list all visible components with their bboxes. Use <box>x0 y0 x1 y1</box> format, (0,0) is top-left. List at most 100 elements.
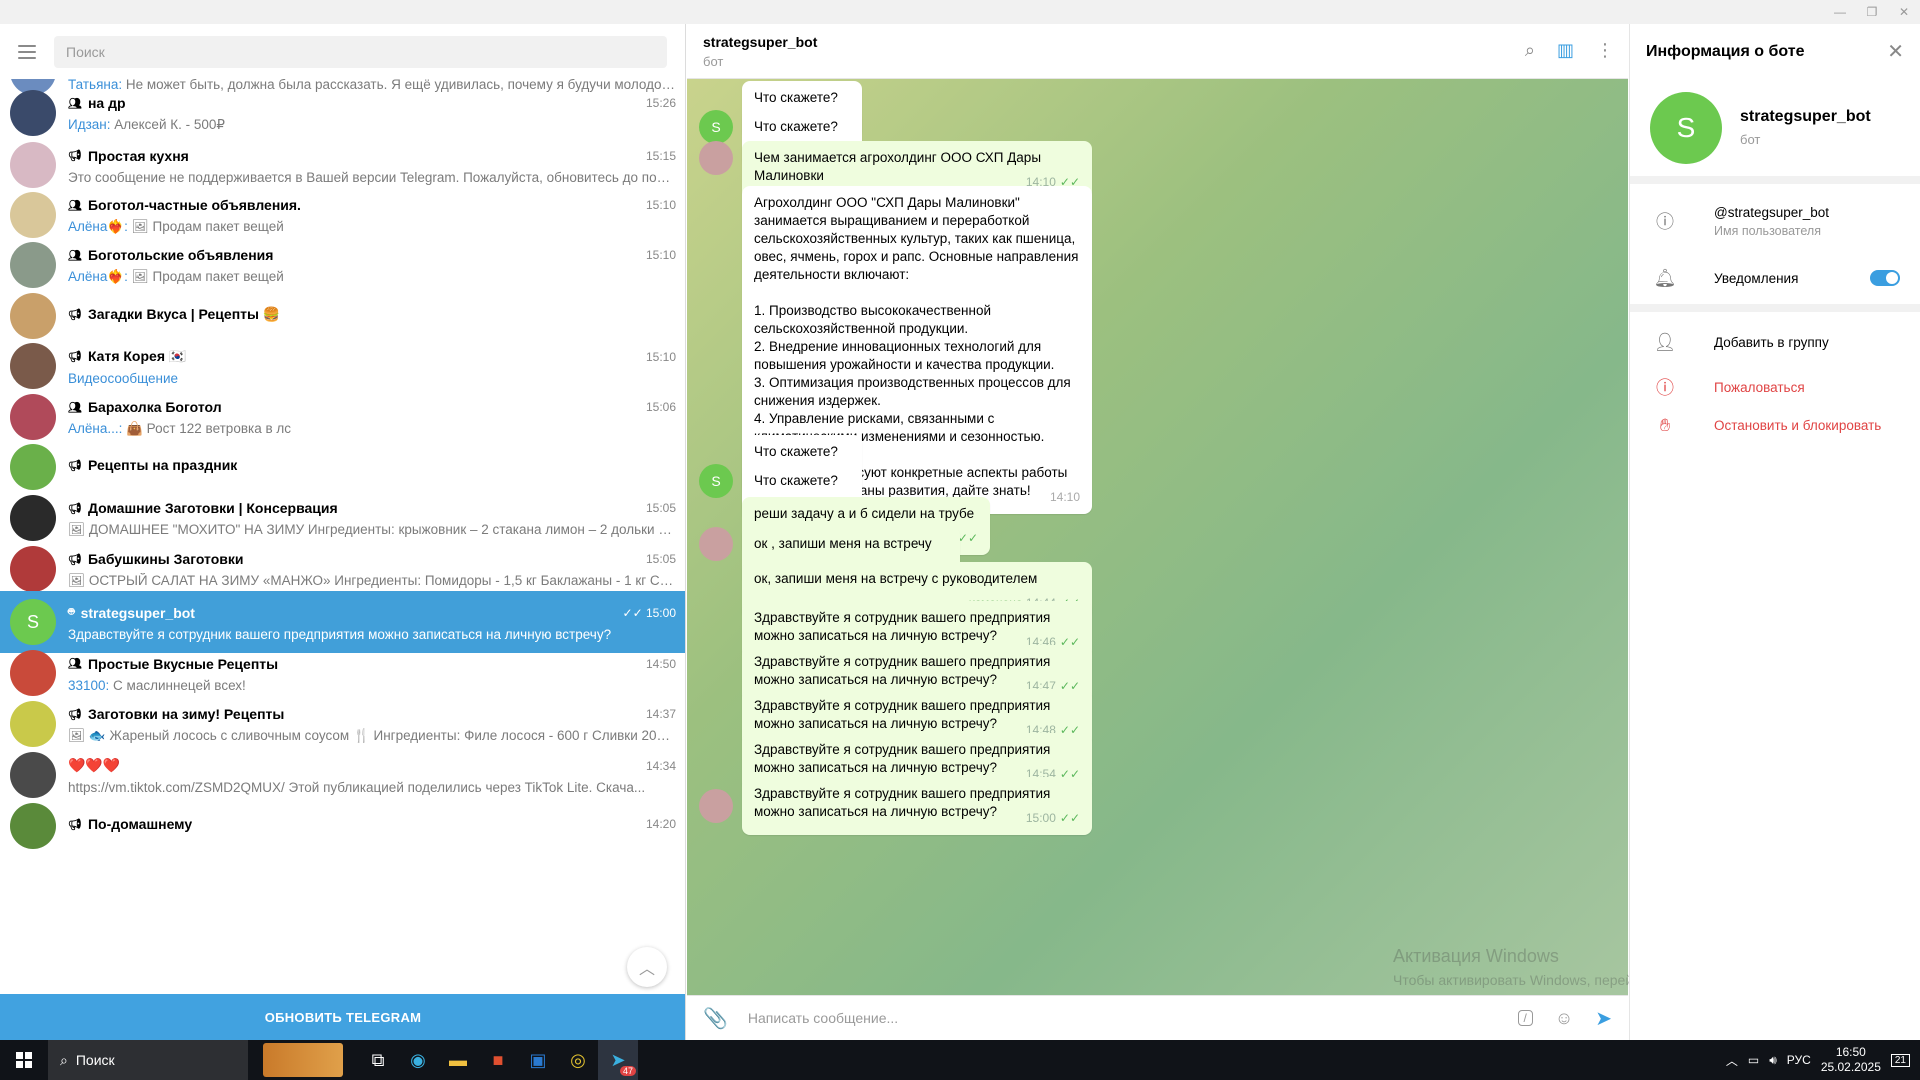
chat-name: 📢︎ Простая кухня <box>68 147 189 164</box>
edge-icon[interactable]: ◉ <box>398 1040 438 1080</box>
avatar: S <box>10 599 56 645</box>
chat-preview: Здравствуйте я сотрудник вашего предприя… <box>68 626 612 642</box>
group-icon: 👥︎ <box>68 199 82 212</box>
search-icon: ⌕ <box>60 1051 68 1068</box>
chat-list-item[interactable]: 📢︎ По-домашнему 14:20 <box>0 795 685 857</box>
search-input[interactable]: Поиск <box>54 35 667 68</box>
message-text: Здравствуйте я сотрудник вашего предприя… <box>754 698 1055 731</box>
clock[interactable]: 16:50 25.02.2025 <box>1821 1045 1881 1075</box>
message-text: Здравствуйте я сотрудник вашего предприя… <box>754 610 1055 643</box>
chat-time: 15:06 <box>645 400 676 414</box>
info-title: Информация о боте <box>1646 42 1805 60</box>
avatar <box>10 701 56 747</box>
avatar <box>10 192 56 238</box>
chat-name: ❤️❤️❤️ <box>68 757 121 773</box>
chevron-up-icon[interactable]: ︿ <box>1726 1052 1738 1069</box>
group-icon: 👥︎ <box>68 658 82 670</box>
close-icon[interactable]: ✕ <box>1887 39 1904 64</box>
group-icon: 👥︎ <box>68 97 82 110</box>
search-icon[interactable]: ⌕ <box>1525 40 1535 61</box>
message-text: реши задачу а и б сидели на трубе <box>754 506 975 521</box>
taskbar-search[interactable]: ⌕ Поиск <box>48 1040 248 1080</box>
username-label: Имя пользователя <box>1714 223 1821 238</box>
avatar[interactable] <box>699 141 733 175</box>
bot-info-panel: Информация о боте ✕ S strategsuper_bot б… <box>1629 24 1920 1040</box>
avatar[interactable] <box>699 789 733 823</box>
avatar <box>10 650 56 696</box>
add-to-group-button[interactable]: 👤︎ Добавить в группу <box>1630 316 1920 368</box>
block-button[interactable]: ✋︎ Остановить и блокировать <box>1630 406 1920 444</box>
notifications-row[interactable]: 🔔︎ Уведомления <box>1630 252 1920 312</box>
notifications-label: Уведомления <box>1714 270 1799 286</box>
taskbar-widget[interactable] <box>248 1040 358 1080</box>
menu-icon[interactable] <box>18 44 36 59</box>
report-button[interactable]: ⓘ Пожаловаться <box>1630 368 1920 406</box>
chat-header[interactable]: strategsuper_bot бот ⌕ ▥ ⋮ <box>687 24 1628 79</box>
chat-name: 📢︎ Домашние Заготовки | Консервация <box>68 500 338 516</box>
task-view-icon[interactable]: ⧉ <box>358 1040 398 1080</box>
channel-icon: 📢︎ <box>68 459 82 472</box>
message-text: Что скажете? <box>754 90 838 105</box>
chat-time: ✓✓ 15:00 <box>622 605 676 620</box>
attach-icon[interactable]: 📎 <box>703 1006 728 1031</box>
restore-button[interactable]: ❐ <box>1856 0 1888 24</box>
report-label: Пожаловаться <box>1714 379 1805 395</box>
update-telegram-button[interactable]: ОБНОВИТЬ TELEGRAM <box>0 994 685 1040</box>
minimize-button[interactable]: — <box>1824 0 1856 24</box>
channel-icon: 📢︎ <box>68 818 82 831</box>
chat-name: 📢︎ Заготовки на зиму! Рецепты <box>68 706 285 722</box>
channel-icon: 📢︎ <box>68 150 82 162</box>
username-row[interactable]: ⓘ @strategsuper_bot Имя пользователя <box>1630 190 1920 252</box>
read-check-icon: ✓✓ <box>1059 811 1080 825</box>
chat-preview: https://vm.tiktok.com/ZSMD2QMUX/ Этой пу… <box>68 779 646 795</box>
outlook-icon[interactable]: ▣ <box>518 1040 558 1080</box>
chat-name: 👥︎ Боготол-частные объявления. <box>68 197 301 213</box>
emoji-icon[interactable]: ☺ <box>1555 1008 1573 1029</box>
chat-name: 📢︎ Бабушкины Заготовки <box>68 551 244 567</box>
notifications-icon[interactable]: 21 <box>1890 1053 1910 1067</box>
message-input[interactable]: Написать сообщение... <box>748 1010 1518 1026</box>
volume-icon[interactable]: 🔊︎ <box>1769 1053 1777 1068</box>
bell-icon: 🔔︎ <box>1653 267 1677 288</box>
message-text: Здравствуйте я сотрудник вашего предприя… <box>754 654 1055 687</box>
message-text: Здравствуйте я сотрудник вашего предприя… <box>754 742 1055 775</box>
explorer-icon[interactable]: ▬ <box>438 1040 478 1080</box>
avatar[interactable] <box>699 527 733 561</box>
close-window-button[interactable]: ✕ <box>1888 0 1920 24</box>
sidebar-toggle-icon[interactable]: ▥ <box>1557 40 1574 61</box>
avatar <box>10 242 56 288</box>
start-button[interactable] <box>0 1040 48 1080</box>
commands-icon[interactable]: / <box>1517 1010 1533 1026</box>
chat-time: 15:26 <box>645 96 676 110</box>
avatar[interactable]: S <box>1650 91 1722 164</box>
system-tray: ︿ ▭ 🔊︎ РУС 16:50 25.02.2025 21 <box>1726 1045 1920 1075</box>
scroll-up-button[interactable]: ︿ <box>627 947 667 987</box>
chat-name: 🤖︎ strategsuper_bot <box>68 604 195 621</box>
network-icon[interactable]: ▭ <box>1748 1053 1759 1067</box>
chat-time: 15:15 <box>645 148 676 163</box>
chrome-icon[interactable]: ◎ <box>558 1040 598 1080</box>
message-text: ок, запиши меня на встречу с руководител… <box>754 571 1038 586</box>
info-icon: ⓘ <box>1656 212 1674 232</box>
bot-icon: 🤖︎ <box>68 606 75 618</box>
avatar[interactable]: S <box>699 464 733 498</box>
message-text: Здравствуйте я сотрудник вашего предприя… <box>754 786 1055 819</box>
language-indicator[interactable]: РУС <box>1787 1053 1811 1067</box>
chat-time: 15:05 <box>645 552 676 566</box>
bot-subtitle: бот <box>1740 132 1761 147</box>
chat-name: 📢︎ Катя Корея 🇰🇷 <box>68 348 187 364</box>
avatar[interactable]: S <box>699 110 733 144</box>
more-icon[interactable]: ⋮ <box>1596 40 1614 61</box>
telegram-icon[interactable]: ➤ 47 <box>598 1040 638 1080</box>
send-icon[interactable]: ➤ <box>1595 1006 1612 1031</box>
windows-watermark-title: Активация Windows <box>1393 946 1559 966</box>
message-bubble[interactable]: Здравствуйте я сотрудник вашего предприя… <box>742 777 1092 835</box>
notifications-toggle[interactable] <box>1870 270 1900 286</box>
group-icon: 👥︎ <box>68 401 82 414</box>
app-icon[interactable]: ■ <box>478 1040 518 1080</box>
channel-icon: 📢︎ <box>68 351 82 363</box>
chat-time: 14:34 <box>645 758 676 773</box>
chat-preview: Идзан: Алексей К. - 500₽ <box>68 117 225 132</box>
message-area: Что скажете?14:09Что скажете?14:09SЧем з… <box>687 79 1628 995</box>
message-text: Чем занимается агрохолдинг ООО СХП Дары … <box>754 150 1045 183</box>
